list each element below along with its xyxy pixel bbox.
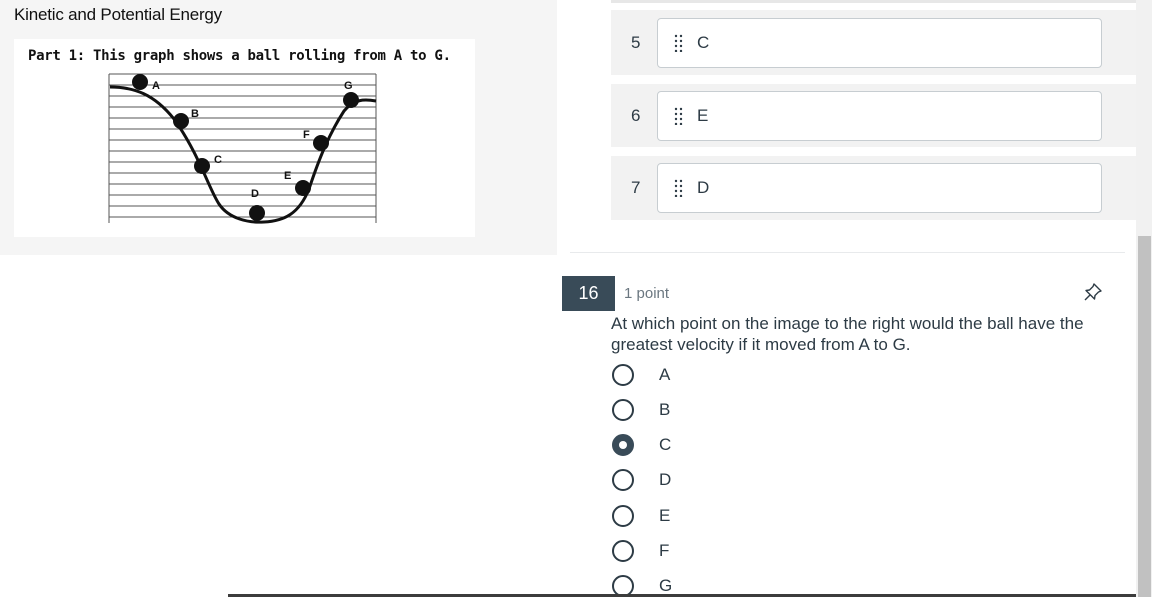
question-separator [611, 0, 1136, 3]
stimulus-figure: Part 1: This graph shows a ball rolling … [14, 39, 475, 237]
answer-option-f[interactable]: F [611, 539, 811, 565]
stimulus-panel: Kinetic and Potential Energy Part 1: Thi… [0, 0, 557, 255]
ball-rolling-diagram: A B C D E F G [108, 73, 377, 224]
radio-button[interactable] [612, 364, 634, 386]
ball-b [173, 113, 189, 129]
order-item[interactable]: E [657, 91, 1102, 141]
stimulus-title: Kinetic and Potential Energy [14, 5, 222, 24]
radio-button-selected[interactable] [612, 434, 634, 456]
drag-handle-icon[interactable] [673, 179, 687, 197]
figure-label-a: A [152, 80, 160, 92]
order-item-label: E [697, 106, 709, 125]
order-item-label: C [697, 33, 710, 52]
figure-label-b: B [191, 108, 199, 120]
question-number: 16 [562, 276, 615, 311]
figure-label-f: F [303, 129, 310, 141]
radio-button[interactable] [612, 469, 634, 491]
order-row-number: 5 [631, 32, 641, 52]
radio-button[interactable] [612, 399, 634, 421]
order-row: 7 D [611, 156, 1136, 220]
pin-icon[interactable] [1083, 282, 1103, 302]
answer-option-e[interactable]: E [611, 504, 811, 530]
question-text: At which point on the image to the right… [611, 314, 1084, 354]
ball-g [343, 92, 359, 108]
option-label: G [659, 576, 673, 595]
ball-e [295, 180, 311, 196]
option-label: A [659, 365, 671, 384]
scrollbar-thumb[interactable] [1138, 236, 1151, 597]
order-row: 5 C [611, 10, 1136, 75]
ball-d [249, 205, 265, 221]
figure-label-e: E [284, 170, 291, 182]
order-item[interactable]: C [657, 18, 1102, 68]
option-label: C [659, 435, 672, 454]
order-item[interactable]: D [657, 163, 1102, 213]
drag-handle-icon[interactable] [673, 107, 687, 125]
option-label: D [659, 470, 672, 489]
ball-c [194, 158, 210, 174]
figure-label-d: D [251, 188, 259, 200]
answer-option-b[interactable]: B [611, 398, 811, 424]
figure-label-c: C [214, 154, 222, 166]
ball-f [313, 135, 329, 151]
ball-a [132, 74, 148, 90]
question-divider [570, 252, 1125, 253]
order-row: 6 E [611, 84, 1136, 147]
answer-option-a[interactable]: A [611, 363, 811, 389]
question-points: 1 point [624, 285, 670, 302]
radio-button[interactable] [612, 540, 634, 562]
option-label: B [659, 400, 671, 419]
order-row-number: 7 [631, 178, 641, 197]
figure-label-g: G [344, 80, 353, 92]
option-label: E [659, 506, 671, 525]
drag-handle-icon[interactable] [673, 34, 687, 52]
option-label: F [659, 541, 670, 560]
radio-button[interactable] [612, 505, 634, 527]
order-item-label: D [697, 178, 710, 197]
answer-option-c[interactable]: C [611, 433, 811, 459]
answer-option-d[interactable]: D [611, 468, 811, 494]
order-row-number: 6 [631, 105, 641, 125]
